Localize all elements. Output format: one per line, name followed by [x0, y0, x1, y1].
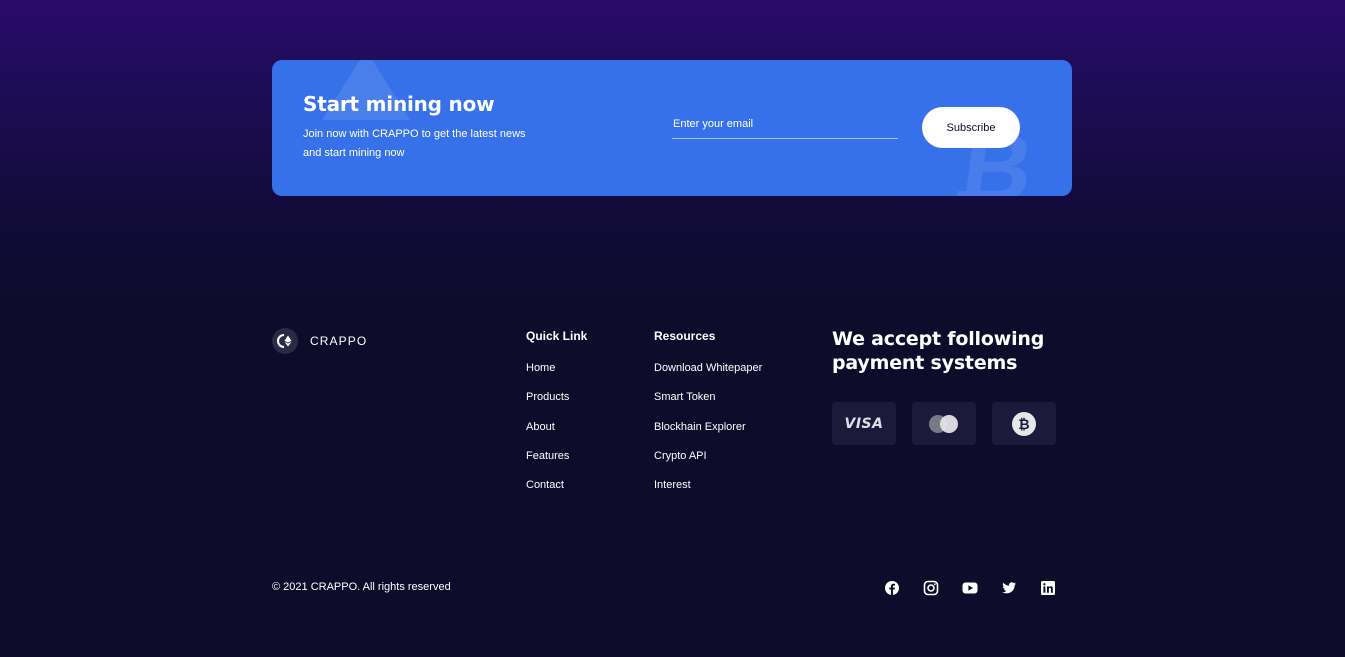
bitcoin-card: ₿: [992, 402, 1056, 445]
linkedin-icon[interactable]: [1040, 580, 1056, 596]
list-item: Contact: [526, 477, 569, 506]
footer-link-interest[interactable]: Interest: [654, 479, 691, 491]
footer-link-home[interactable]: Home: [526, 362, 555, 374]
newsletter-description: Join now with CRAPPO to get the latest n…: [303, 128, 526, 159]
copyright-text: © 2021 CRAPPO. All rights reserved: [272, 581, 451, 593]
resources-column: Resources Download Whitepaper Smart Toke…: [654, 328, 762, 491]
list-item: Crypto API: [654, 448, 762, 477]
bitcoin-icon: ₿: [1012, 411, 1036, 436]
payment-methods: VISA ₿: [832, 402, 1056, 445]
footer-link-blockchain-explorer[interactable]: Blockhain Explorer: [654, 421, 746, 433]
newsletter-banner: ₿ Start mining now Join now with CRAPPO …: [272, 60, 1072, 196]
list-item: Blockhain Explorer: [654, 419, 762, 448]
footer-link-smart-token[interactable]: Smart Token: [654, 391, 716, 403]
list-item: About: [526, 419, 569, 448]
list-item: Products: [526, 389, 569, 418]
quick-links-column: Quick Link Home Products About Features …: [526, 328, 588, 491]
footer-link-about[interactable]: About: [526, 421, 555, 433]
list-item: Home: [526, 360, 569, 389]
visa-icon: VISA: [844, 415, 884, 432]
resources-heading: Resources: [654, 329, 716, 343]
youtube-icon[interactable]: [962, 580, 978, 596]
crappo-logo-icon: [272, 328, 298, 354]
newsletter-title: Start mining now: [303, 92, 495, 116]
facebook-icon[interactable]: [884, 580, 900, 596]
email-input[interactable]: [672, 110, 898, 139]
footer-link-contact[interactable]: Contact: [526, 479, 564, 491]
brand-name: CRAPPO: [310, 334, 368, 348]
instagram-icon[interactable]: [923, 580, 939, 596]
svg-text:₿: ₿: [1018, 417, 1029, 433]
mastercard-card: [912, 402, 976, 445]
list-item: Download Whitepaper: [654, 360, 762, 389]
twitter-icon[interactable]: [1001, 580, 1017, 596]
social-links: [884, 580, 1056, 596]
list-item: Smart Token: [654, 389, 762, 418]
mastercard-icon: [929, 414, 958, 433]
footer-brand[interactable]: CRAPPO: [272, 328, 367, 354]
quick-links-list: Home Products About Features Contact: [526, 360, 569, 506]
list-item: Interest: [654, 477, 762, 506]
subscribe-button[interactable]: Subscribe: [922, 107, 1020, 148]
payments-title: We accept following payment systems: [832, 328, 1045, 374]
resources-list: Download Whitepaper Smart Token Blockhai…: [654, 360, 762, 506]
quick-links-heading: Quick Link: [526, 329, 588, 343]
visa-card: VISA: [832, 402, 896, 445]
footer-link-crypto-api[interactable]: Crypto API: [654, 450, 707, 462]
list-item: Features: [526, 448, 569, 477]
footer-link-products[interactable]: Products: [526, 391, 569, 403]
footer-link-features[interactable]: Features: [526, 450, 569, 462]
footer-link-download-whitepaper[interactable]: Download Whitepaper: [654, 362, 762, 374]
